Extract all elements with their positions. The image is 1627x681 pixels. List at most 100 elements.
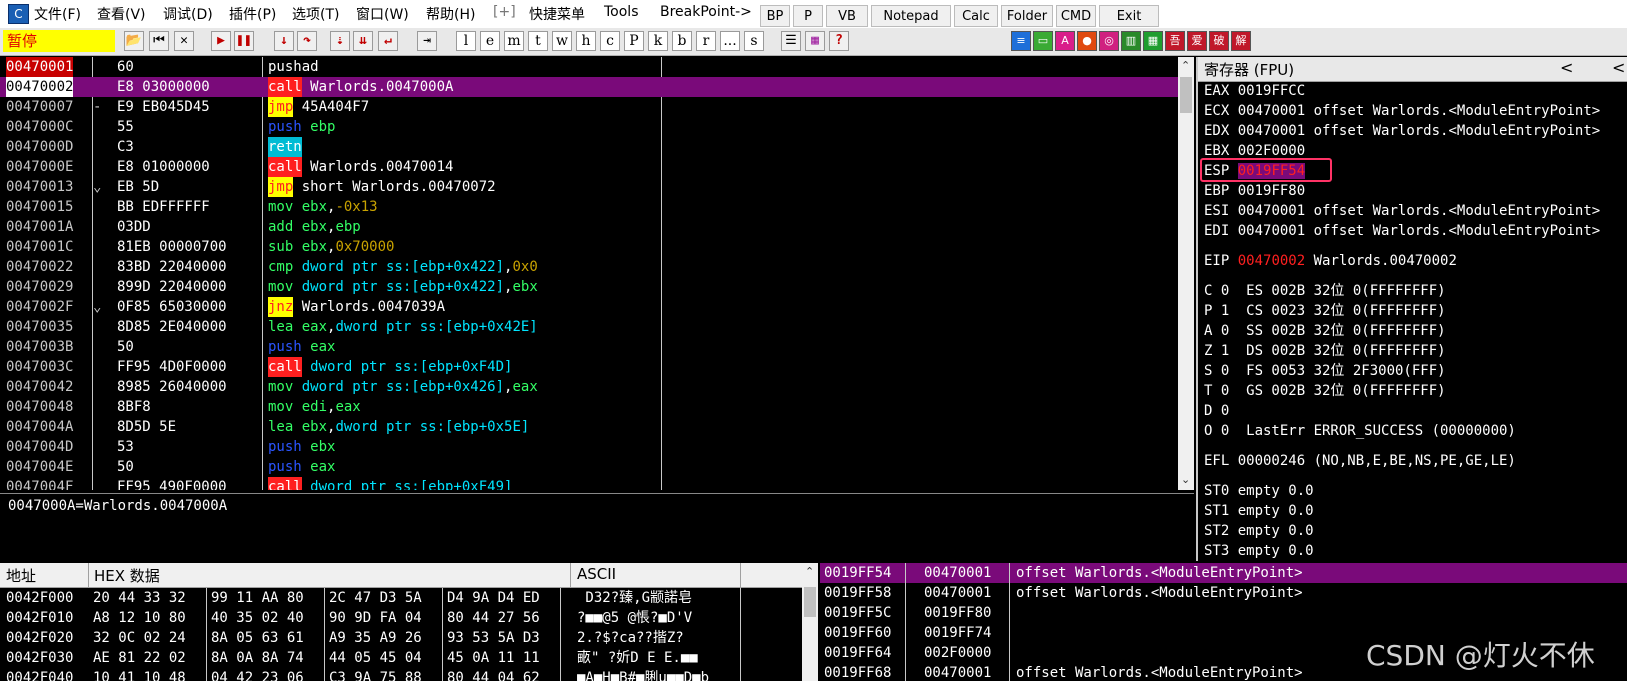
dump-row[interactable]: 0042F040 10 41 10 48 04 42 23 06 C3 9A 75 8… [0,668,802,681]
disassembly-scrollbar[interactable]: ⌃ ⌄ [1178,57,1194,490]
register-value[interactable]: 00470001 [1238,203,1305,219]
menu-tools[interactable]: Tools [604,4,639,20]
patches-window-button[interactable]: P [624,31,644,51]
trace-over-icon[interactable]: ⇊ [353,31,373,51]
open-icon[interactable]: 📂 [124,31,144,51]
vb-button[interactable]: VB [826,5,868,27]
stack-row[interactable]: 0019FF58 00470001 offset Warlords.<ModuleE… [820,583,1627,603]
dump-scrollbar[interactable]: ⌃ [802,563,818,681]
cmd-button[interactable]: CMD [1056,5,1096,27]
stack-row[interactable]: 0019FF54 00470001 offset Warlords.<ModuleE… [820,563,1627,583]
dump-row[interactable]: 0042F030 AE 81 22 02 8A 0A 8A 74 44 05 45 0… [0,648,802,668]
cpu-window-button[interactable]: c [600,31,620,51]
dump-row[interactable]: 0042F010 A8 12 10 80 40 35 02 40 90 9D FA 0… [0,608,802,628]
calc-button[interactable]: Calc [954,5,998,27]
register-line[interactable]: ESI 00470001 offset Warlords.<ModuleEntr… [1204,201,1600,221]
grid-icon[interactable]: ▦ [805,31,825,51]
windows-window-button[interactable]: w [552,31,572,51]
dump-row[interactable]: 0042F000 20 44 33 32 99 11 AA 80 2C 47 D3 5… [0,588,802,608]
fpu-line[interactable]: ST2 empty 0.0 [1204,521,1314,541]
register-line[interactable]: EBP 0019FF80 [1204,181,1305,201]
flag-line[interactable]: T 0 GS 002B 32位 0(FFFFFFFF) [1204,381,1446,401]
registers-pane[interactable]: 寄存器 (FPU) < < EAX 0019FFCC ECX 00470001 o… [1196,57,1627,561]
flag-line[interactable]: P 1 CS 0023 32位 0(FFFFFFFF) [1204,301,1446,321]
dump-header-address[interactable]: 地址 [6,565,36,586]
stack-row[interactable]: 0019FF5C 0019FF80 [820,603,1627,623]
log-window-button[interactable]: l [456,31,476,51]
jie-icon[interactable]: 解 [1231,31,1251,51]
register-value[interactable]: 002F0000 [1238,143,1305,159]
tree-icon[interactable]: ▥ [1121,31,1141,51]
dump-scroll-thumb[interactable] [804,587,816,617]
dump-pane[interactable]: 0042F000 20 44 33 32 99 11 AA 80 2C 47 D3 5… [0,588,802,681]
fpu-line[interactable]: ST3 empty 0.0 [1204,541,1314,561]
disasm-row[interactable]: 0047002F ⌄ 0F85 65030000 jnz Warlords.00470… [0,297,1178,317]
disasm-row[interactable]: 00470015 BB EDFFFFFF mov ebx, -0x13 [0,197,1178,217]
register-value[interactable]: 0019FFCC [1238,83,1305,99]
menu-breakpoint[interactable]: BreakPoint-> [660,4,752,20]
register-value[interactable]: 00470001 [1238,123,1305,139]
disasm-row[interactable]: 0047001A 03DD add ebx, ebp [0,217,1178,237]
scroll-down-icon[interactable]: ⌄ [1181,473,1190,486]
disasm-row[interactable]: 0047004E 50 push eax [0,457,1178,477]
folder-button[interactable]: Folder [1001,5,1053,27]
register-value[interactable]: 00470001 [1238,223,1305,239]
disasm-row[interactable]: 0047004A 8D5D 5E lea ebx, dword ptr ss:[ebp… [0,417,1178,437]
list-icon[interactable]: ☰ [781,31,801,51]
dump-row[interactable]: 0042F020 32 0C 02 24 8A 05 63 61 A9 35 A9 2… [0,628,802,648]
memory-window-button[interactable]: m [504,31,524,51]
disasm-row[interactable]: 0047000E E8 01000000 call Warlords.0047001… [0,157,1178,177]
fpu-line[interactable]: ST1 empty 0.0 [1204,501,1314,521]
run-trace-window-button[interactable]: ... [720,31,740,51]
step-over-icon[interactable]: ↷ [297,31,317,51]
registers-next-icon[interactable]: < [1612,58,1625,77]
disassembly-pane[interactable]: 00470001 60 pushad 00470002 E8 03000000 call … [0,57,1178,490]
execute-till-return-icon[interactable]: ↵ [378,31,398,51]
wu-icon[interactable]: 吾 [1165,31,1185,51]
disasm-row[interactable]: 00470002 E8 03000000 call Warlords.0047000… [0,77,1178,97]
po-icon[interactable]: 破 [1209,31,1229,51]
help-icon[interactable]: ? [829,31,849,51]
exit-button[interactable]: Exit [1099,5,1159,27]
flag-line[interactable]: S 0 FS 0053 32位 2F3000(FFF) [1204,361,1446,381]
refresh-icon[interactable]: ≡ [1011,31,1031,51]
menu-file[interactable]: 文件(F) [34,4,81,24]
circle-icon[interactable]: ● [1077,31,1097,51]
register-value[interactable]: 00470002 [1238,253,1305,269]
disasm-row[interactable]: 00470007 - E9 EB045D45 jmp 45A404F7 [0,97,1178,117]
handles-window-button[interactable]: h [576,31,596,51]
menu-shortcut[interactable]: 快捷菜单 [529,4,585,24]
step-into-icon[interactable]: ↓ [274,31,294,51]
app-icon[interactable]: C [8,4,29,24]
disasm-row[interactable]: 00470013 ⌄ EB 5D jmp short Warlords.0047007… [0,177,1178,197]
flag-line[interactable]: D 0 [1204,401,1229,421]
flag-line[interactable]: O 0 LastErr ERROR_SUCCESS (00000000) [1204,421,1516,441]
dump-header-hex[interactable]: HEX 数据 [94,565,160,586]
threads-window-button[interactable]: t [528,31,548,51]
scroll-thumb[interactable] [1180,77,1192,113]
efl-line[interactable]: EFL 00000246 (NO,NB,E,BE,NS,PE,GE,LE) [1204,451,1516,471]
register-line[interactable]: ECX 00470001 offset Warlords.<ModuleEntr… [1204,101,1600,121]
disasm-row[interactable]: 0047000C 55 push ebp [0,117,1178,137]
disasm-row[interactable]: 00470042 8985 26040000 mov dword ptr ss:[e… [0,377,1178,397]
target-icon[interactable]: ◎ [1099,31,1119,51]
dump-header-ascii[interactable]: ASCII [577,565,616,583]
menu-help[interactable]: 帮助(H) [426,4,475,24]
disasm-row[interactable]: 00470029 899D 22040000 mov dword ptr ss:[e… [0,277,1178,297]
close-icon[interactable]: ✕ [174,31,194,51]
flag-line[interactable]: A 0 SS 002B 32位 0(FFFFFFFF) [1204,321,1446,341]
menu-view[interactable]: 查看(V) [97,4,146,24]
disasm-row[interactable]: 00470035 8D85 2E040000 lea eax, dword ptr s… [0,317,1178,337]
disasm-row[interactable]: 0047003C FF95 4D0F0000 call dword ptr ss:[… [0,357,1178,377]
references-window-button[interactable]: r [696,31,716,51]
window-icon[interactable]: ▭ [1033,31,1053,51]
disasm-row[interactable]: 00470001 60 pushad [0,57,1178,77]
breakpoints-window-button[interactable]: b [672,31,692,51]
registers-header[interactable]: 寄存器 (FPU) < < [1198,57,1627,82]
a-icon[interactable]: A [1055,31,1075,51]
scroll-up-icon[interactable]: ⌃ [1181,59,1190,72]
disasm-row[interactable]: 0047001C 81EB 00000700 sub ebx, 0x70000 [0,237,1178,257]
modules-window-button[interactable]: e [480,31,500,51]
notepad-button[interactable]: Notepad [871,5,951,27]
register-value[interactable]: 0019FF80 [1238,183,1305,199]
